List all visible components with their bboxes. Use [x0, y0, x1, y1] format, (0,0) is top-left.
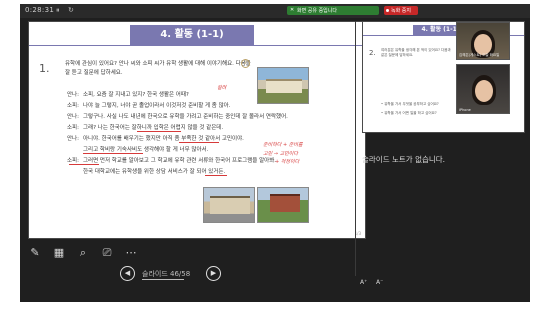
- prev-arrow-icon[interactable]: ◀: [120, 266, 135, 281]
- ink-underline: [137, 131, 181, 132]
- elapsed-timer: 0:28:31: [25, 6, 55, 14]
- participant-name: iPhone: [459, 108, 471, 112]
- ink-underline: [179, 142, 219, 143]
- slide-navigation: ◀ 슬라이드 46/58 ▶: [120, 266, 230, 282]
- refresh-icon[interactable]: ↻: [68, 6, 74, 14]
- next-question-text: 여러분은 유학을 생각해 본 적이 있어요? 다음과 같은 질문에 답하세요.: [381, 48, 451, 57]
- slide-counter: 슬라이드 46/58: [142, 270, 191, 278]
- current-slide: 4. 활동 (1-1) 1. 유학에 관심이 있어요? 안나 씨와 소피 씨가 …: [28, 21, 366, 239]
- screen-share-banner[interactable]: ✕ 화면 공유 중입니다: [287, 6, 379, 15]
- more-icon[interactable]: ⋯: [124, 246, 138, 260]
- speaker-notes-empty: 슬라이드 노트가 없습니다.: [362, 155, 446, 164]
- list-item: 유학을 가서 어떤 일을 하고 싶어요?: [381, 109, 461, 118]
- next-slide-bullets: 유학을 가서 무엇을 공부하고 싶어요? 유학을 가서 어떤 일을 하고 싶어요…: [381, 100, 461, 118]
- slides-grid-icon[interactable]: ▦: [52, 246, 66, 260]
- font-decrease-button[interactable]: A⁻: [376, 279, 383, 286]
- dialogue-line: 소피: 그래? 나는 한국어는 잘하니까 입학은 어렵지 않을 것 같은데.: [67, 125, 224, 131]
- record-icon: [386, 9, 389, 12]
- close-icon[interactable]: ✕: [290, 7, 294, 13]
- ink-annotation: + 걱정이다: [275, 159, 300, 165]
- font-increase-button[interactable]: A⁺: [360, 279, 367, 286]
- participant-video[interactable]: iPhone: [456, 64, 510, 114]
- ink-underline: [69, 164, 99, 165]
- ink-underline: [83, 153, 143, 154]
- dialogue-line: 안나: 그렇구나. 사실 나도 내년에 한국으로 유학을 가려고 준비하는 중인데…: [67, 114, 288, 120]
- audio-icon[interactable]: ♪: [241, 59, 250, 68]
- stop-recording-button[interactable]: 녹화 중지: [384, 6, 418, 15]
- ink-annotation: 걸려: [217, 85, 227, 91]
- participant-video[interactable]: 김혜은(게스트) 오늘 화요일: [456, 22, 510, 60]
- campus-photo: [203, 187, 255, 223]
- question-number: 1.: [39, 62, 50, 75]
- pane-divider[interactable]: [355, 21, 356, 276]
- top-toolbar: 0:28:31 ⏸ ↻ ✕ 화면 공유 중입니다 녹화 중지: [20, 4, 530, 18]
- slide-progress: [142, 279, 184, 280]
- screen-share-icon[interactable]: ⎚: [100, 246, 114, 260]
- ink-annotation: 준비하다 + 준비를: [263, 142, 303, 148]
- settings-icon[interactable]: ⏸: [56, 6, 60, 15]
- pen-icon[interactable]: ✎: [28, 246, 42, 260]
- slide-header-rule: [29, 45, 365, 46]
- next-question-number: 2.: [369, 49, 376, 57]
- presenter-tools: ✎ ▦ ⌕ ⎚ ⋯: [28, 246, 148, 260]
- presenter-window: 0:28:31 ⏸ ↻ ✕ 화면 공유 중입니다 녹화 중지 4. 활동 (1-…: [20, 4, 530, 302]
- next-arrow-icon[interactable]: ▶: [206, 266, 221, 281]
- slide-title: 4. 활동 (1-1): [130, 25, 254, 45]
- question-text: 유학에 관심이 있어요? 안나 씨와 소피 씨가 유학 생활에 대해 이야기해요…: [65, 61, 251, 76]
- ink-underline: [205, 175, 227, 176]
- dialogue-line: 안나: 소피, 요즘 잘 지내고 있지? 한국 생활은 어때?: [67, 92, 189, 98]
- dialogue-line: 한국 대학교에는 유학생을 위한 상담 서비스가 잘 되어 있거든.: [83, 169, 226, 175]
- search-icon[interactable]: ⌕: [76, 246, 90, 260]
- list-item: 유학을 가서 무엇을 공부하고 싶어요?: [381, 100, 461, 109]
- participant-name: 김혜은(게스트) 오늘 화요일: [459, 53, 500, 57]
- dialogue-line: 소피: 나야 늘 그렇지, 너야 곧 졸업이라서 이것저것 준비할 게 좀 많아.: [67, 103, 231, 109]
- ink-annotation: 고민 → 고민이다: [263, 151, 298, 157]
- campus-photo: [257, 187, 309, 223]
